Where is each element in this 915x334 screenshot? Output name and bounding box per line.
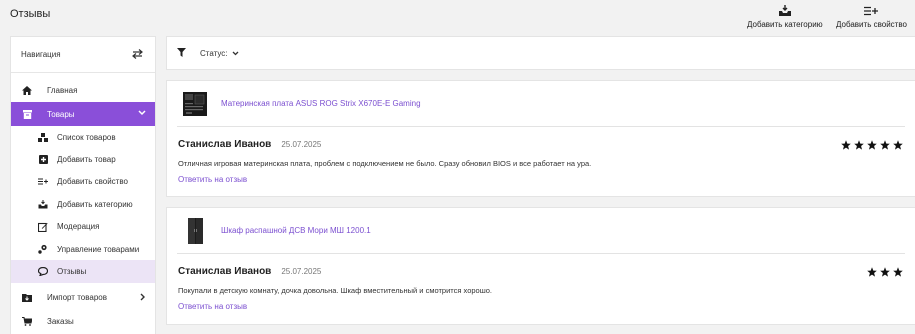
import-icon bbox=[19, 293, 35, 303]
sidebar-item-label: Главная bbox=[47, 85, 78, 95]
review-text: Покупали в детскую комнату, дочка доволь… bbox=[178, 286, 492, 295]
star-icon bbox=[867, 267, 877, 277]
sidebar-item-orders[interactable]: Заказы bbox=[11, 310, 155, 334]
sidebar-subitem-add-category[interactable]: Добавить категорию bbox=[11, 193, 155, 215]
page-title: Отзывы bbox=[10, 8, 51, 20]
review-card: Материнская плата ASUS ROG Strix X670E-E… bbox=[166, 80, 915, 197]
sidebar-item-label: Товары bbox=[47, 109, 75, 119]
product-link[interactable]: Шкаф распашной ДСВ Мори МШ 1200.1 bbox=[221, 226, 371, 235]
add-category-icon bbox=[37, 199, 49, 209]
product-row: Шкаф распашной ДСВ Мори МШ 1200.1 bbox=[177, 208, 905, 254]
sidebar-subitem-add-product[interactable]: Добавить товар bbox=[11, 148, 155, 170]
star-icon bbox=[893, 140, 903, 150]
home-icon bbox=[19, 85, 35, 95]
star-icon bbox=[893, 267, 903, 277]
reply-link[interactable]: Ответить на отзыв bbox=[178, 302, 247, 311]
sidebar-subitem-label: Модерация bbox=[57, 222, 100, 232]
star-icon bbox=[867, 140, 877, 150]
product-row: Материнская плата ASUS ROG Strix X670E-E… bbox=[177, 81, 905, 127]
add-category-label: Добавить категорию bbox=[747, 20, 823, 29]
nav-header: Навигация bbox=[11, 37, 155, 73]
swap-icon[interactable] bbox=[132, 48, 143, 61]
filter-icon[interactable] bbox=[177, 47, 186, 59]
add-property-label: Добавить свойство bbox=[836, 20, 907, 29]
sidebar-item-label: Импорт товаров bbox=[47, 293, 107, 303]
manage-icon bbox=[37, 244, 49, 254]
chevron-down-icon bbox=[138, 109, 146, 118]
review-text: Отличная игровая материнская плата, проб… bbox=[178, 159, 592, 168]
sidebar-item-label: Заказы bbox=[47, 317, 74, 327]
sidebar-subitem-label: Добавить товар bbox=[57, 155, 116, 165]
star-icon bbox=[880, 140, 890, 150]
review-date: 25.07.2025 bbox=[281, 267, 322, 276]
sidebar-item-import[interactable]: Импорт товаров bbox=[11, 286, 155, 310]
plus-square-icon bbox=[37, 155, 49, 165]
sidebar-subitem-add-property[interactable]: Добавить свойство bbox=[11, 171, 155, 193]
review-date: 25.07.2025 bbox=[281, 140, 322, 149]
add-category-icon bbox=[778, 4, 792, 18]
add-category-button[interactable]: Добавить категорию bbox=[747, 4, 823, 29]
review-body: Станислав Иванов 25.07.2025 Отличная игр… bbox=[167, 127, 915, 187]
sidebar-subitem-label: Добавить свойство bbox=[57, 177, 128, 187]
sidebar-subitem-label: Отзывы bbox=[57, 267, 87, 277]
product-thumbnail-motherboard[interactable] bbox=[181, 90, 209, 118]
review-author: Станислав Иванов bbox=[178, 266, 272, 277]
star-icon bbox=[841, 140, 851, 150]
box-icon bbox=[19, 109, 35, 119]
sidebar-item-home[interactable]: Главная bbox=[11, 78, 155, 102]
status-label: Статус: bbox=[200, 48, 228, 58]
sidebar-subitem-label: Управление товарами bbox=[57, 244, 140, 254]
status-dropdown[interactable]: Статус: bbox=[200, 49, 239, 58]
list-icon bbox=[37, 132, 49, 142]
add-property-button[interactable]: Добавить свойство bbox=[836, 4, 907, 29]
review-author: Станислав Иванов bbox=[178, 139, 272, 150]
sidebar-subitem-reviews[interactable]: Отзывы bbox=[11, 260, 155, 283]
sidebar: Навигация Главная Товары Список товаров … bbox=[10, 36, 156, 334]
sidebar-subitem-moderation[interactable]: Модерация bbox=[11, 216, 155, 238]
nav-title: Навигация bbox=[21, 50, 61, 59]
reviews-icon bbox=[37, 267, 49, 277]
sidebar-subitem-label: Добавить категорию bbox=[57, 199, 133, 209]
review-card: Шкаф распашной ДСВ Мори МШ 1200.1 Станис… bbox=[166, 207, 915, 325]
edit-icon bbox=[37, 222, 49, 232]
add-property-icon bbox=[37, 178, 49, 185]
sidebar-subitem-manage-products[interactable]: Управление товарами bbox=[11, 238, 155, 260]
star-icon bbox=[854, 140, 864, 150]
chevron-down-icon bbox=[232, 51, 238, 55]
cart-icon bbox=[19, 317, 35, 327]
sidebar-item-products[interactable]: Товары bbox=[11, 102, 155, 126]
star-icon bbox=[880, 267, 890, 277]
review-body: Станислав Иванов 25.07.2025 Покупали в д… bbox=[167, 254, 915, 314]
sidebar-subitem-product-list[interactable]: Список товаров bbox=[11, 126, 155, 148]
rating-stars bbox=[841, 140, 903, 150]
product-link[interactable]: Материнская плата ASUS ROG Strix X670E-E… bbox=[221, 99, 421, 108]
chevron-right-icon bbox=[140, 293, 146, 303]
rating-stars bbox=[867, 267, 903, 277]
add-property-icon bbox=[864, 4, 879, 18]
reply-link[interactable]: Ответить на отзыв bbox=[178, 175, 247, 184]
product-thumbnail-wardrobe[interactable] bbox=[181, 217, 209, 245]
sidebar-subitem-label: Список товаров bbox=[57, 132, 116, 142]
filter-bar: Статус: bbox=[166, 36, 915, 70]
